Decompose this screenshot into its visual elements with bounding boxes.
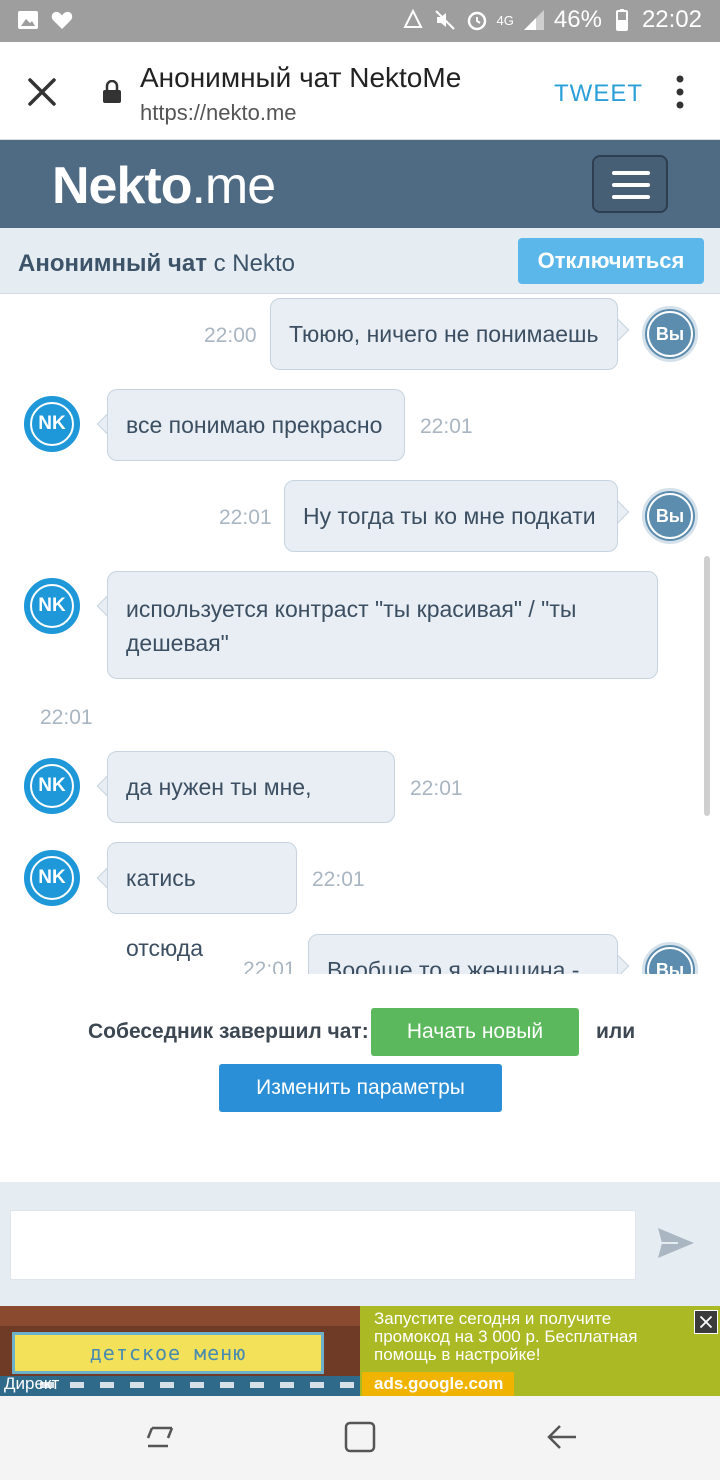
hamburger-line (612, 171, 650, 175)
close-icon[interactable] (22, 72, 62, 112)
tweet-button[interactable]: TWEET (554, 80, 643, 108)
ad-sign: детское меню (12, 1332, 324, 1374)
message-bubble-own: Ну тогда ты ко мне подкати (284, 480, 618, 552)
clock: 22:02 (641, 6, 702, 33)
home-icon[interactable] (342, 1420, 378, 1454)
heart-icon (51, 11, 73, 29)
disconnect-button[interactable]: Отключиться (518, 238, 704, 284)
network-type: 4G (496, 12, 514, 28)
message-time: 22:01 (410, 777, 463, 800)
site-logo[interactable]: Nekto.me (52, 156, 276, 216)
ad-image[interactable]: детское меню Директ (0, 1306, 360, 1396)
message-time: 22:01 (243, 958, 296, 974)
hamburger-line (612, 183, 650, 187)
messages-list[interactable]: 22:00 Тююю, ничего не понимаешь Вы NK вс… (0, 294, 720, 974)
ad-domain[interactable]: ads.google.com (362, 1372, 514, 1396)
avatar-own: Вы (642, 488, 698, 544)
chat-ended-label: Собеседник завершил чат: (88, 1020, 369, 1043)
message-input[interactable] (10, 1210, 636, 1280)
mute-icon (434, 10, 455, 30)
logo-thin: .me (191, 157, 276, 215)
browser-toolbar: Анонимный чат NektoMe https://nekto.me T… (0, 42, 720, 140)
send-icon[interactable] (656, 1226, 696, 1260)
message-bubble-partner: все понимаю прекрасно (107, 389, 405, 461)
battery-icon (615, 9, 628, 31)
site-header: Nekto.me (0, 140, 720, 228)
message-bubble-partner: да нужен ты мне, лузер (107, 751, 395, 870)
chat-title-rest: с Nekto (206, 250, 295, 277)
avatar-nk: NK (24, 850, 80, 906)
message-bubble-own: Тююю, ничего не понимаешь (270, 298, 618, 370)
hamburger-menu-button[interactable] (592, 155, 668, 213)
chat-title-bold: Анонимный чат (18, 250, 207, 277)
signal-icon (523, 10, 544, 30)
lock-icon (103, 80, 121, 103)
message-time: 22:01 (40, 706, 93, 729)
logo-bold: Nekto (52, 157, 192, 215)
chat-ended-panel: Собеседник завершил чат: Начать новый ил… (0, 974, 720, 1182)
message-time: 22:01 (219, 506, 272, 529)
ad-banner[interactable]: детское меню Директ Запустите сегодня и … (0, 1306, 720, 1396)
hamburger-line (612, 195, 650, 199)
chat-title: Анонимный чат с Nekto (18, 250, 295, 278)
message-bubble-partner: катись отсюда (107, 842, 297, 961)
more-options-icon[interactable] (672, 74, 688, 110)
system-nav-bar (0, 1396, 720, 1480)
ad-close-icon[interactable] (694, 1310, 718, 1334)
page-url[interactable]: https://nekto.me (140, 100, 297, 126)
avatar-nk: NK (24, 578, 80, 634)
alarm-icon (467, 11, 486, 31)
chat-header: Анонимный чат с Nekto Отключиться (0, 228, 720, 294)
message-time: 22:01 (420, 415, 473, 438)
ad-text[interactable]: Запустите сегодня и получите промокод на… (374, 1310, 674, 1364)
change-params-button[interactable]: Изменить параметры (219, 1064, 502, 1112)
avatar-own: Вы (642, 306, 698, 362)
start-new-button[interactable]: Начать новый (371, 1008, 579, 1056)
recycle-icon (402, 8, 423, 28)
message-input-bar (0, 1182, 720, 1306)
message-bubble-partner: используется контраст "ты красивая" / "т… (107, 571, 658, 679)
message-time: 22:01 (312, 868, 365, 891)
avatar-nk: NK (24, 396, 80, 452)
back-icon[interactable] (544, 1420, 580, 1454)
battery-percent: 46% (553, 6, 602, 33)
or-label: или (596, 1020, 636, 1043)
image-notification-icon (18, 11, 38, 29)
scrollbar[interactable] (704, 556, 710, 816)
status-bar: 4G 46% 22:02 (0, 0, 720, 42)
page-title: Анонимный чат NektoMe (140, 62, 462, 93)
avatar-nk: NK (24, 758, 80, 814)
message-time: 22:00 (204, 324, 257, 347)
recent-apps-icon[interactable] (142, 1420, 178, 1454)
avatar-own: Вы (642, 942, 698, 974)
message-bubble-own: Вообще то я женщина -_- (308, 934, 618, 974)
ad-direct-label: Директ (4, 1374, 60, 1393)
